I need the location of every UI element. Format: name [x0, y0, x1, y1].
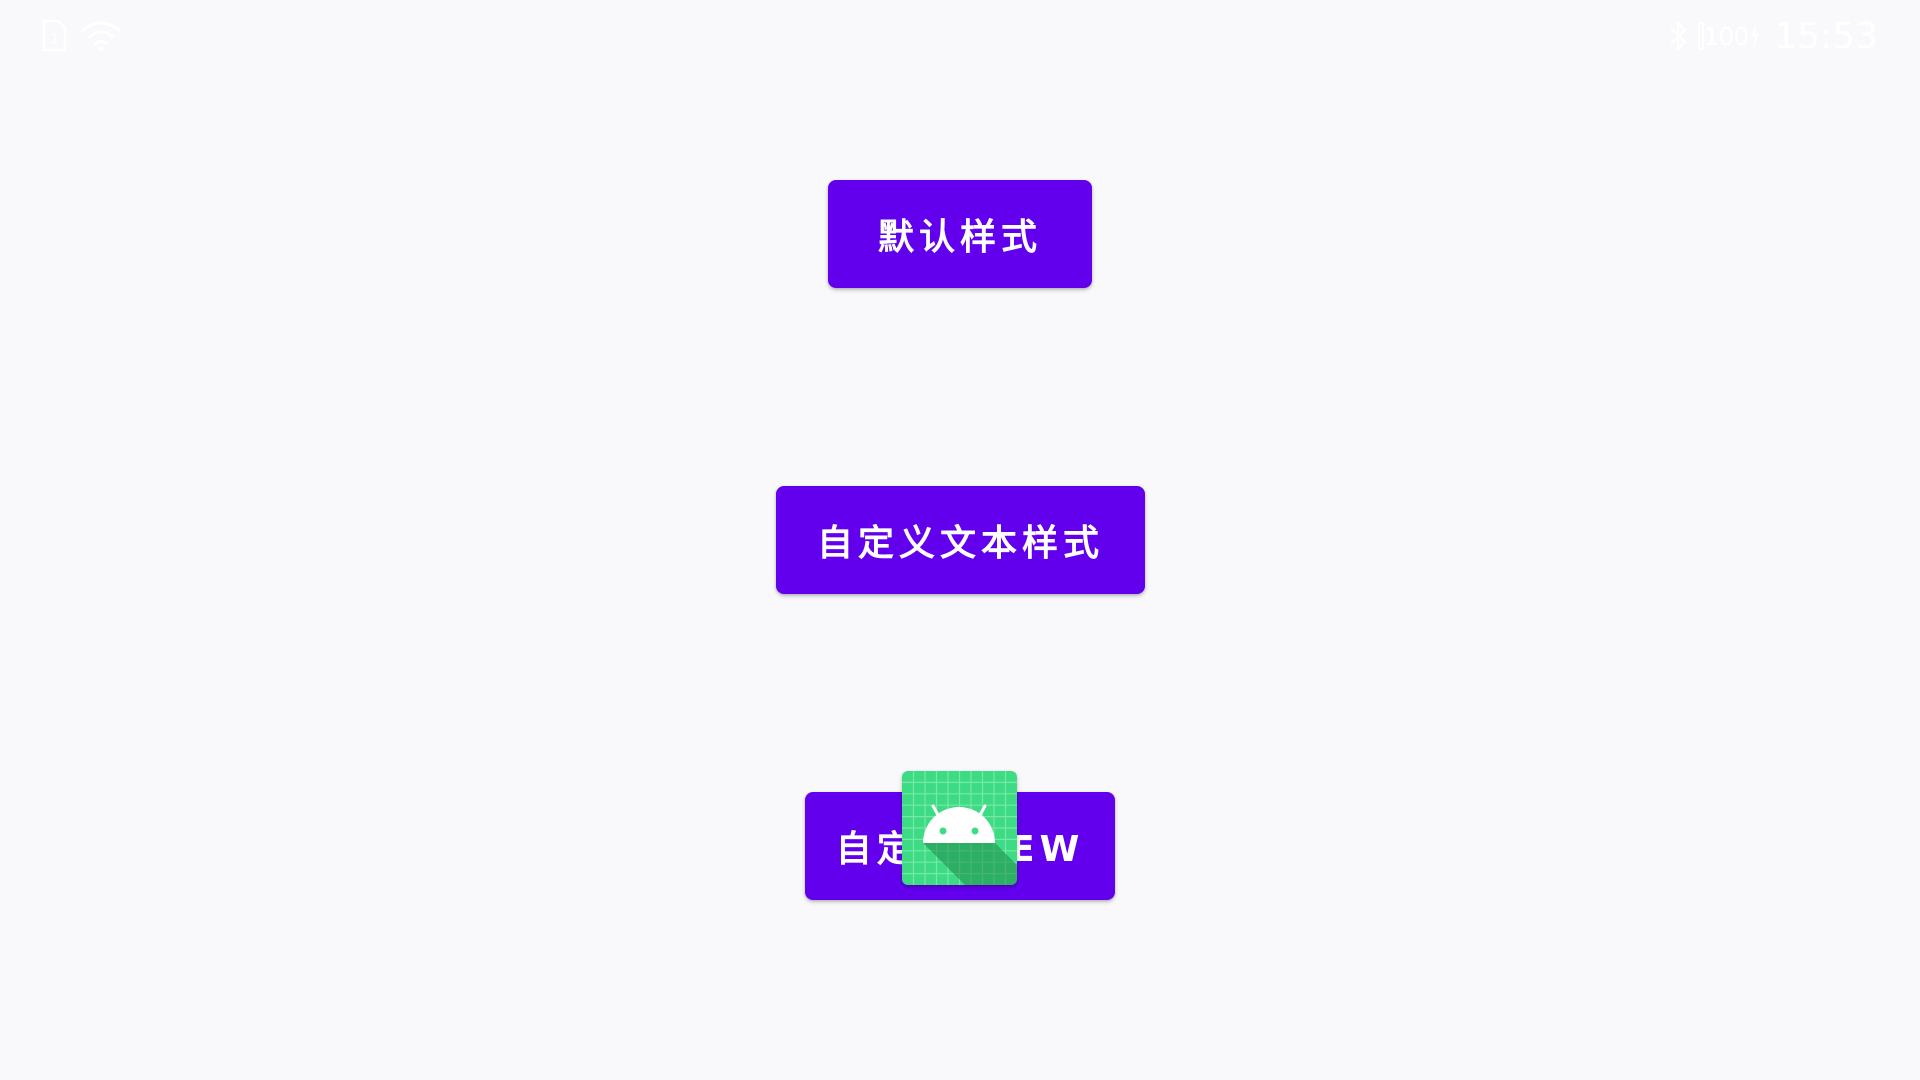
custom-text-style-button[interactable]: 自定义文本样式: [776, 486, 1145, 594]
wifi-icon: [80, 19, 122, 53]
status-clock: 15:53: [1774, 15, 1878, 57]
svg-text:1: 1: [50, 32, 59, 48]
status-bar-left: 1: [40, 16, 122, 56]
sim-card-icon: 1: [40, 19, 68, 53]
android-launcher-icon: [902, 771, 1017, 885]
app-screen: 1 100 15:53 默认样式 自定义文本样式: [0, 0, 1920, 1080]
status-bar-right: 100 15:53: [1668, 15, 1878, 57]
battery-icon: 100: [1697, 21, 1763, 51]
default-style-button[interactable]: 默认样式: [828, 180, 1092, 288]
bluetooth-icon: [1668, 19, 1690, 53]
battery-level-text: 100: [1703, 21, 1750, 51]
